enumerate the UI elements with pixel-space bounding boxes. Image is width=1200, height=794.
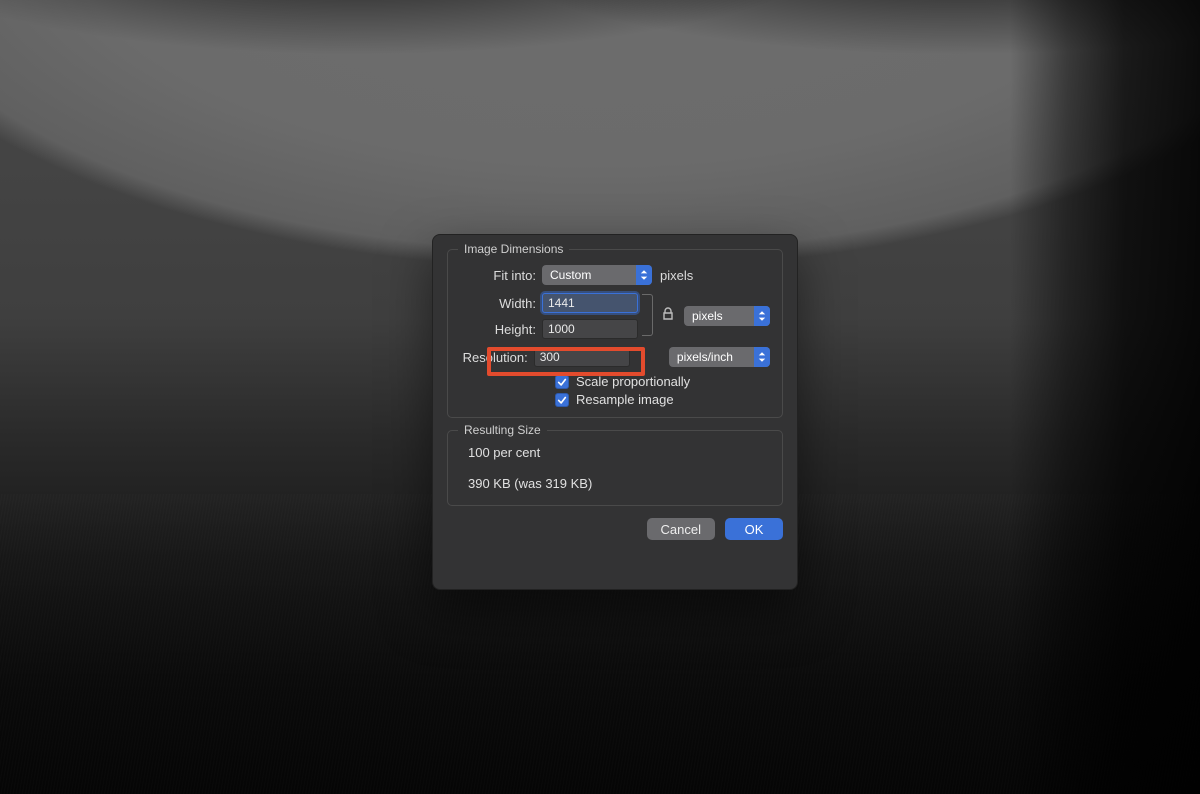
resolution-unit-value: pixels/inch: [677, 350, 733, 364]
height-row: Height:: [460, 318, 638, 340]
image-dimensions-group: Image Dimensions Fit into: Custom pixels…: [447, 249, 783, 418]
fit-into-label: Fit into:: [460, 268, 542, 283]
resulting-size-legend: Resulting Size: [458, 423, 547, 437]
width-label: Width:: [460, 296, 542, 311]
lock-icon[interactable]: [656, 307, 680, 324]
scale-proportionally-row[interactable]: Scale proportionally: [555, 374, 770, 389]
size-rows: Width: Height: pixels: [460, 292, 770, 340]
dialog-button-row: Cancel OK: [447, 518, 783, 540]
size-unit-value: pixels: [692, 309, 723, 323]
cancel-button[interactable]: Cancel: [647, 518, 715, 540]
resolution-input[interactable]: [534, 347, 630, 367]
background-dark-right: [1010, 0, 1200, 794]
width-input[interactable]: [542, 293, 638, 313]
resolution-unit-stepper-icon: [754, 347, 770, 367]
fit-into-stepper-icon: [636, 265, 652, 285]
image-dimensions-legend: Image Dimensions: [458, 242, 569, 256]
resolution-label: Resolution:: [460, 350, 534, 365]
aspect-lock-group: [642, 292, 680, 338]
size-unit-stepper-icon: [754, 306, 770, 326]
result-size: 390 KB (was 319 KB): [460, 474, 770, 499]
image-size-dialog: Image Dimensions Fit into: Custom pixels…: [432, 234, 798, 590]
aspect-bracket-icon: [642, 292, 656, 338]
fit-into-value: Custom: [550, 268, 591, 282]
resample-image-row[interactable]: Resample image: [555, 392, 770, 407]
ok-button[interactable]: OK: [725, 518, 783, 540]
scale-proportionally-checkbox[interactable]: [555, 375, 569, 389]
resample-image-label: Resample image: [576, 392, 674, 407]
resample-image-checkbox[interactable]: [555, 393, 569, 407]
resolution-unit-select[interactable]: pixels/inch: [669, 347, 770, 367]
scale-proportionally-label: Scale proportionally: [576, 374, 690, 389]
result-percent: 100 per cent: [460, 441, 770, 474]
fit-into-select[interactable]: Custom: [542, 265, 652, 285]
fit-into-row: Fit into: Custom pixels: [460, 264, 770, 286]
width-row: Width:: [460, 292, 638, 314]
resolution-row: Resolution: pixels/inch: [460, 346, 770, 368]
size-unit-select[interactable]: pixels: [684, 306, 770, 326]
resulting-size-group: Resulting Size 100 per cent 390 KB (was …: [447, 430, 783, 506]
height-label: Height:: [460, 322, 542, 337]
height-input[interactable]: [542, 319, 638, 339]
fit-into-unit: pixels: [660, 268, 693, 283]
